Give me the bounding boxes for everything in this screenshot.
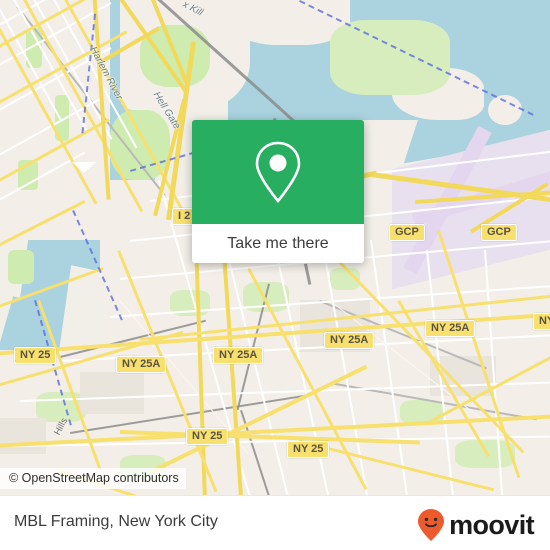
shield-gcp-1: GCP [389, 224, 425, 241]
moovit-smiley-pin-icon [418, 509, 445, 541]
callout-header [192, 120, 364, 224]
moovit-wordmark: moovit [449, 509, 535, 540]
shield-ny-edge: NY [533, 313, 550, 330]
map-screen: Harlem River Hell Gate x Kill Hills GCP … [0, 0, 550, 550]
location-pin-icon [255, 141, 301, 204]
shield-ny25a-3: NY 25A [324, 332, 375, 349]
moovit-brand[interactable]: moovit [416, 508, 535, 542]
shield-gcp-2: GCP [481, 224, 517, 241]
bottom-bar: MBL Framing, New York City moovit [0, 495, 550, 550]
shield-ny25-3: NY 25 [287, 441, 330, 458]
callout-tail [72, 162, 96, 173]
shield-ny25a-2: NY 25A [213, 347, 264, 364]
shield-ny25-2: NY 25 [186, 428, 229, 445]
shield-ny25-1: NY 25 [14, 347, 57, 364]
take-me-there-label: Take me there [227, 234, 329, 252]
place-name-label: MBL Framing, New York City [14, 513, 218, 530]
map-canvas[interactable]: Harlem River Hell Gate x Kill Hills GCP … [0, 0, 550, 495]
osm-attribution[interactable]: © OpenStreetMap contributors [0, 468, 186, 489]
callout-footer[interactable]: Take me there [192, 224, 364, 263]
shield-ny25a-1: NY 25A [116, 356, 167, 373]
shield-ny25a-4: NY 25A [425, 320, 476, 337]
destination-callout-card[interactable]: Take me there [192, 120, 364, 263]
